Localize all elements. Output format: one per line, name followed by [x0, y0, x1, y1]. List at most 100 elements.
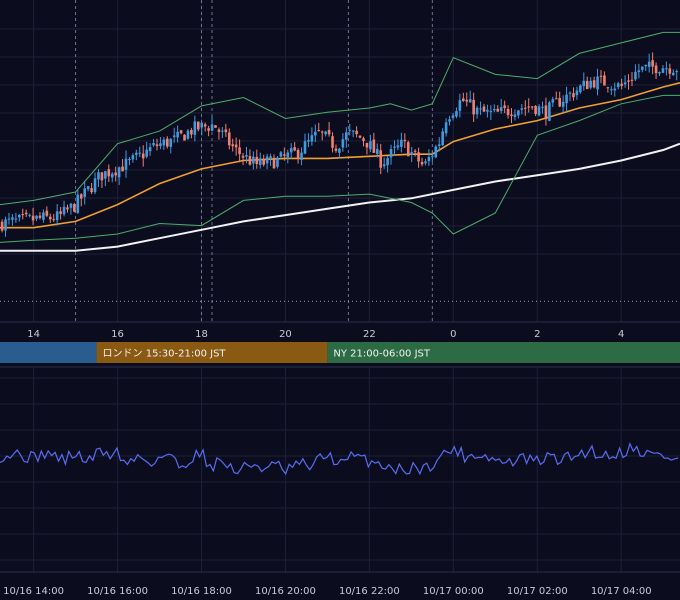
- candle-body: [7, 218, 11, 220]
- candle-body: [320, 131, 324, 133]
- candle-body: [28, 214, 31, 216]
- candle-body: [451, 115, 455, 118]
- candle-body: [310, 135, 314, 142]
- candle-body: [620, 83, 623, 86]
- candle-body: [541, 106, 544, 108]
- candle-body: [465, 99, 469, 102]
- candle[interactable]: [276, 156, 279, 169]
- candle-body: [348, 129, 352, 131]
- candle-body: [121, 166, 124, 172]
- candle-body: [141, 153, 145, 159]
- osc-x-tick-label: 10/16 18:00: [171, 586, 232, 597]
- candle-body: [489, 111, 493, 113]
- candle-body: [286, 152, 290, 158]
- candle-body: [227, 132, 231, 146]
- candle-body: [327, 129, 331, 135]
- candle-body: [386, 158, 389, 166]
- candle-body: [86, 186, 90, 190]
- candle[interactable]: [434, 144, 438, 159]
- candle-body: [671, 72, 675, 76]
- candle-body: [69, 203, 73, 208]
- candle-body: [510, 114, 513, 117]
- candle-body: [389, 148, 393, 158]
- candle[interactable]: [183, 134, 186, 141]
- candle-body: [59, 211, 62, 214]
- candle-body: [21, 214, 25, 216]
- candle-body: [462, 98, 465, 101]
- candle-body: [76, 194, 80, 213]
- session-segment: [0, 342, 97, 363]
- candle-body: [517, 110, 520, 116]
- candle-body: [79, 194, 83, 199]
- candle-body: [382, 164, 386, 167]
- candle-body: [66, 207, 69, 210]
- candle-body: [613, 88, 617, 91]
- candle-body: [375, 148, 379, 155]
- candle-body: [107, 169, 111, 177]
- candle-body: [0, 221, 4, 231]
- candle-body: [196, 121, 200, 130]
- candle-body: [548, 102, 551, 121]
- candle[interactable]: [214, 125, 217, 128]
- candle-body: [186, 130, 190, 139]
- candle-body: [362, 138, 365, 142]
- candle-body: [475, 107, 479, 115]
- candle-body: [166, 138, 169, 147]
- candle-body: [558, 97, 561, 107]
- candle-body: [283, 154, 286, 156]
- candle-body: [162, 139, 166, 146]
- osc-x-tick-label: 10/17 02:00: [507, 586, 568, 597]
- candle-body: [575, 90, 579, 96]
- candle[interactable]: [73, 202, 76, 213]
- candle-body: [654, 65, 658, 74]
- candle-body: [616, 83, 620, 88]
- candle-body: [169, 138, 173, 147]
- candle-body: [62, 206, 66, 215]
- candle[interactable]: [406, 140, 410, 157]
- candle-body: [45, 210, 49, 216]
- candle-body: [630, 79, 634, 81]
- candle-body: [241, 155, 245, 158]
- candle-body: [437, 144, 441, 146]
- osc-x-tick-label: 10/17 00:00: [423, 586, 484, 597]
- candle-body: [424, 161, 427, 164]
- candle-body: [448, 119, 451, 122]
- candle-body: [603, 75, 606, 86]
- candle-body: [145, 149, 148, 157]
- candle-body: [172, 135, 176, 138]
- candle-body: [324, 131, 327, 135]
- candle-body: [4, 219, 7, 231]
- candle-body: [520, 108, 524, 110]
- price-x-tick-label: 20: [279, 329, 292, 340]
- candle-body: [513, 114, 517, 117]
- candle-body: [379, 150, 383, 168]
- candle-body: [369, 141, 372, 150]
- candle-body: [245, 154, 248, 157]
- candle-body: [634, 71, 637, 80]
- candle-body: [396, 145, 400, 148]
- candle-body: [303, 141, 307, 154]
- candle-body: [417, 152, 420, 162]
- candle-body: [224, 129, 228, 133]
- candle-body: [117, 167, 121, 178]
- candle-body: [420, 161, 424, 165]
- osc-x-tick-label: 10/16 16:00: [87, 586, 148, 597]
- candle-body: [589, 80, 592, 88]
- candle-body: [269, 156, 272, 159]
- candle-body: [35, 215, 38, 219]
- candle-body: [647, 61, 651, 67]
- candle-body: [331, 136, 334, 148]
- candle-body: [265, 156, 269, 164]
- candle-body: [561, 101, 565, 107]
- candle-body: [455, 111, 458, 117]
- candle-body: [300, 152, 303, 160]
- candle-body: [24, 212, 28, 215]
- candle-body: [135, 152, 138, 155]
- candle-body: [338, 148, 341, 153]
- candle-body: [148, 147, 152, 152]
- candle[interactable]: [548, 100, 551, 122]
- candle-body: [651, 60, 654, 67]
- candle-body: [289, 148, 293, 153]
- candle-body: [100, 172, 104, 181]
- candle-body: [537, 106, 541, 116]
